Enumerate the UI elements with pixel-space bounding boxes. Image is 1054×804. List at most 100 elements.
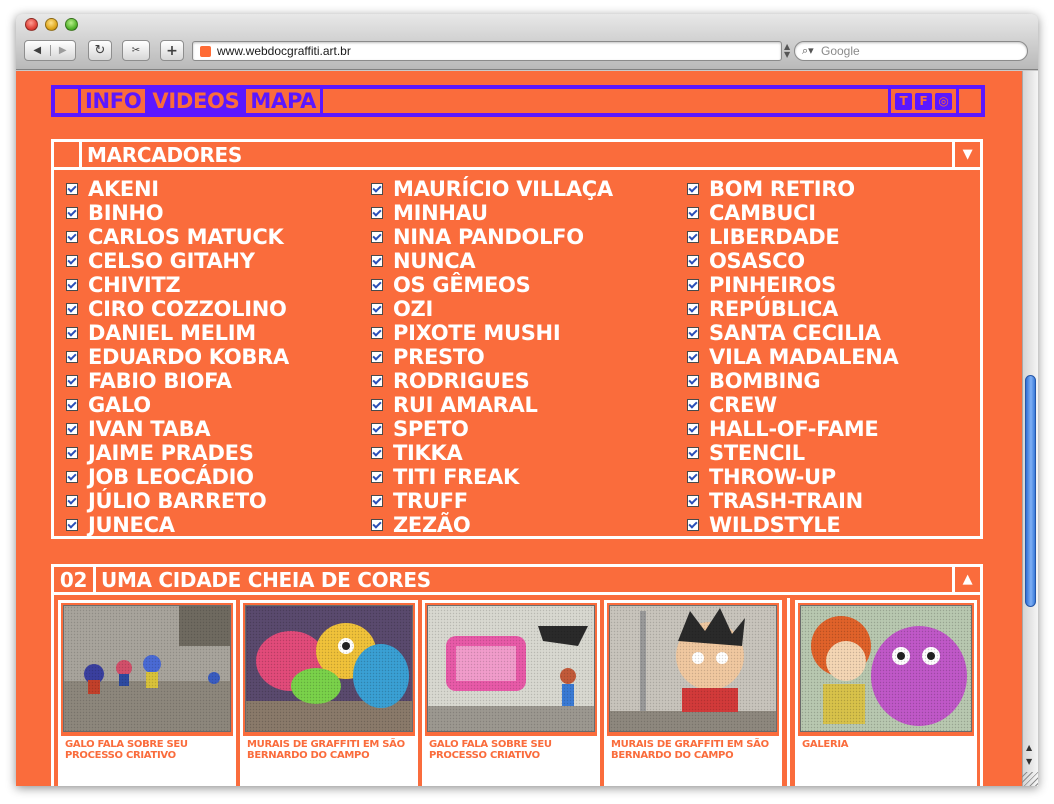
tag-item[interactable]: PIXOTE MUSHI: [371, 321, 613, 345]
tag-checkbox[interactable]: [66, 519, 78, 531]
tag-checkbox[interactable]: [66, 207, 78, 219]
tag-label[interactable]: JOB LEOCÁDIO: [88, 465, 254, 489]
tag-label[interactable]: ZEZÃO: [393, 513, 471, 537]
tag-checkbox[interactable]: [687, 519, 699, 531]
tag-label[interactable]: GALO: [88, 393, 151, 417]
tag-label[interactable]: CARLOS MATUCK: [88, 225, 284, 249]
video-card[interactable]: MURAIS DE GRAFFITI EM SÃO BERNARDO DO CA…: [240, 600, 418, 786]
tag-label[interactable]: NUNCA: [393, 249, 476, 273]
tag-label[interactable]: CELSO GITAHY: [88, 249, 255, 273]
tag-label[interactable]: TRASH-TRAIN: [709, 489, 863, 513]
video-card[interactable]: GALO FALA SOBRE SEU PROCESSO CRIATIVO: [422, 600, 600, 786]
tag-item[interactable]: TITI FREAK: [371, 465, 613, 489]
tag-label[interactable]: OSASCO: [709, 249, 805, 273]
tag-item[interactable]: CIRO COZZOLINO: [66, 297, 289, 321]
tag-item[interactable]: CELSO GITAHY: [66, 249, 289, 273]
tag-item[interactable]: MINHAU: [371, 201, 613, 225]
tag-item[interactable]: JAIME PRADES: [66, 441, 289, 465]
tag-item[interactable]: ZEZÃO: [371, 513, 613, 537]
reload-button[interactable]: ↻: [88, 40, 112, 61]
tag-item[interactable]: CHIVITZ: [66, 273, 289, 297]
tag-checkbox[interactable]: [371, 255, 383, 267]
tag-item[interactable]: AKENI: [66, 177, 289, 201]
tag-checkbox[interactable]: [687, 327, 699, 339]
vertical-scrollbar[interactable]: ▲ ▼: [1022, 71, 1038, 786]
tag-item[interactable]: HALL-OF-FAME: [687, 417, 899, 441]
tag-item[interactable]: LIBERDADE: [687, 225, 899, 249]
tag-checkbox[interactable]: [371, 375, 383, 387]
tag-label[interactable]: TIKKA: [393, 441, 463, 465]
tag-label[interactable]: JUNECA: [88, 513, 175, 537]
back-forward-buttons[interactable]: ◀ ▶: [24, 40, 76, 61]
tag-item[interactable]: STENCIL: [687, 441, 899, 465]
tag-label[interactable]: LIBERDADE: [709, 225, 840, 249]
scroll-down-icon[interactable]: ▼: [1026, 757, 1032, 766]
instagram-icon[interactable]: ◎: [935, 92, 952, 110]
tag-item[interactable]: IVAN TABA: [66, 417, 289, 441]
tag-item[interactable]: JÚLIO BARRETO: [66, 489, 289, 513]
tag-checkbox[interactable]: [687, 207, 699, 219]
tag-item[interactable]: NUNCA: [371, 249, 613, 273]
tag-label[interactable]: WILDSTYLE: [709, 513, 841, 537]
tag-checkbox[interactable]: [371, 303, 383, 315]
tag-label[interactable]: VILA MADALENA: [709, 345, 899, 369]
tag-checkbox[interactable]: [371, 471, 383, 483]
tag-label[interactable]: JÚLIO BARRETO: [88, 489, 267, 513]
video-thumbnail[interactable]: [609, 605, 777, 732]
gallery-card[interactable]: GALERIA: [795, 600, 977, 786]
tag-checkbox[interactable]: [371, 279, 383, 291]
tag-item[interactable]: BOMBING: [687, 369, 899, 393]
tag-item[interactable]: CREW: [687, 393, 899, 417]
gallery-caption[interactable]: GALERIA: [798, 736, 974, 786]
tag-checkbox[interactable]: [66, 399, 78, 411]
tag-checkbox[interactable]: [687, 399, 699, 411]
tag-checkbox[interactable]: [371, 519, 383, 531]
tag-label[interactable]: OZI: [393, 297, 433, 321]
forward-arrow-icon[interactable]: ▶: [49, 45, 76, 56]
tag-item[interactable]: TIKKA: [371, 441, 613, 465]
tag-item[interactable]: TRUFF: [371, 489, 613, 513]
tag-checkbox[interactable]: [687, 495, 699, 507]
tag-label[interactable]: RUI AMARAL: [393, 393, 538, 417]
tag-checkbox[interactable]: [371, 423, 383, 435]
tag-checkbox[interactable]: [687, 375, 699, 387]
tag-label[interactable]: CIRO COZZOLINO: [88, 297, 287, 321]
scrollbar-thumb[interactable]: [1025, 375, 1036, 607]
search-field[interactable]: ⌕▾ Google: [794, 41, 1028, 61]
tag-checkbox[interactable]: [66, 423, 78, 435]
tag-label[interactable]: EDUARDO KOBRA: [88, 345, 289, 369]
tag-item[interactable]: RUI AMARAL: [371, 393, 613, 417]
tag-item[interactable]: BOM RETIRO: [687, 177, 899, 201]
zoom-window-button[interactable]: [65, 18, 78, 31]
tag-item[interactable]: VILA MADALENA: [687, 345, 899, 369]
tag-checkbox[interactable]: [66, 471, 78, 483]
tag-label[interactable]: PRESTO: [393, 345, 485, 369]
tag-item[interactable]: BINHO: [66, 201, 289, 225]
tag-label[interactable]: JAIME PRADES: [88, 441, 254, 465]
tag-label[interactable]: BOMBING: [709, 369, 821, 393]
tag-checkbox[interactable]: [371, 183, 383, 195]
tag-item[interactable]: OSASCO: [687, 249, 899, 273]
tag-checkbox[interactable]: [371, 399, 383, 411]
tag-label[interactable]: CHIVITZ: [88, 273, 181, 297]
web-clip-button[interactable]: ✂: [122, 40, 150, 61]
tag-item[interactable]: DANIEL MELIM: [66, 321, 289, 345]
tag-item[interactable]: SPETO: [371, 417, 613, 441]
tag-item[interactable]: CAMBUCI: [687, 201, 899, 225]
tag-item[interactable]: RODRIGUES: [371, 369, 613, 393]
video-thumbnail[interactable]: [245, 605, 413, 732]
tag-label[interactable]: PIXOTE MUSHI: [393, 321, 561, 345]
video-caption[interactable]: MURAIS DE GRAFFITI EM SÃO BERNARDO DO CA…: [607, 736, 779, 786]
twitter-icon[interactable]: t: [895, 92, 912, 110]
tag-label[interactable]: IVAN TABA: [88, 417, 211, 441]
tag-label[interactable]: SPETO: [393, 417, 469, 441]
tag-checkbox[interactable]: [66, 447, 78, 459]
tag-label[interactable]: RODRIGUES: [393, 369, 530, 393]
tag-checkbox[interactable]: [371, 495, 383, 507]
nav-item-info[interactable]: INFO: [81, 89, 149, 113]
chevron-up-icon[interactable]: ▲: [952, 567, 980, 592]
tag-checkbox[interactable]: [66, 495, 78, 507]
tag-checkbox[interactable]: [687, 471, 699, 483]
scroll-up-icon[interactable]: ▲: [1026, 743, 1032, 752]
tag-checkbox[interactable]: [687, 231, 699, 243]
